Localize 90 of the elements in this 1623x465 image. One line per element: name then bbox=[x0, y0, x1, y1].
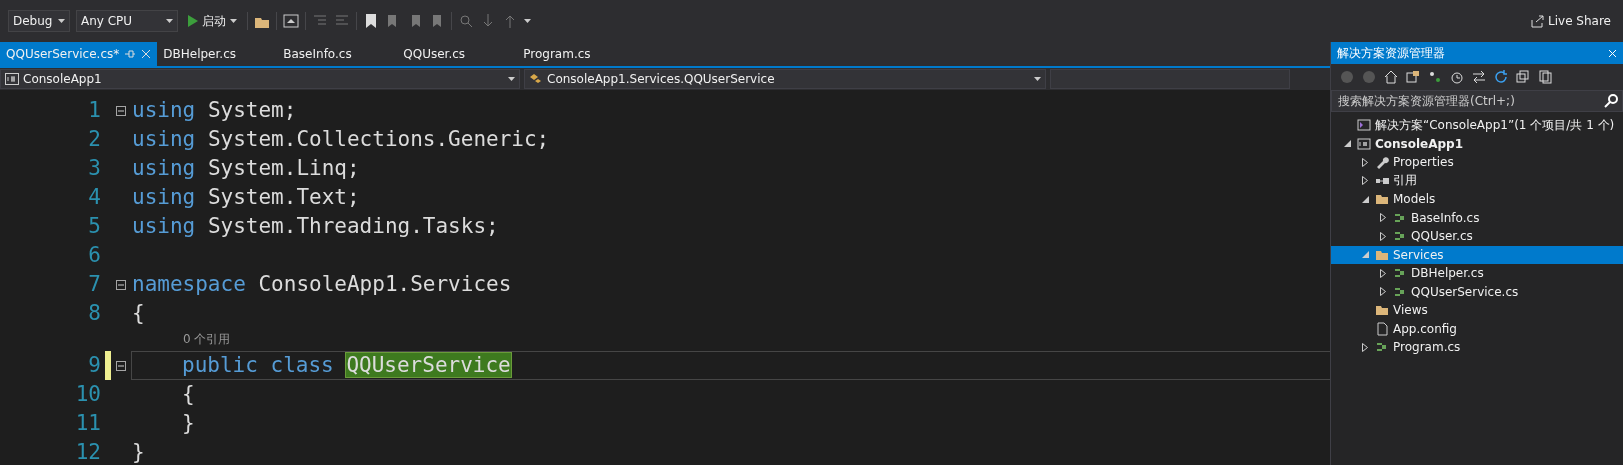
wrench-icon bbox=[1375, 155, 1389, 170]
tree-item[interactable]: Properties bbox=[1331, 153, 1623, 172]
search-icon bbox=[1604, 94, 1618, 108]
history-icon[interactable] bbox=[1449, 69, 1465, 85]
home-window-icon[interactable] bbox=[283, 13, 299, 29]
folder-icon bbox=[1375, 303, 1389, 318]
tree-item[interactable]: Models bbox=[1331, 190, 1623, 209]
collapse-icon[interactable] bbox=[116, 105, 126, 116]
line-number: 9 bbox=[87, 352, 102, 379]
home-icon[interactable] bbox=[1383, 69, 1399, 85]
tree-item[interactable]: QQUserService.cs bbox=[1331, 282, 1623, 301]
caret-icon bbox=[1034, 77, 1041, 81]
file-tab[interactable]: Program.cs bbox=[517, 42, 638, 66]
code-line: using System.Text; bbox=[131, 184, 361, 211]
collapsed-arrow-icon[interactable] bbox=[1380, 268, 1386, 278]
collapse-icon[interactable] bbox=[116, 360, 126, 371]
collapsed-arrow-icon[interactable] bbox=[1380, 213, 1386, 223]
file-tab[interactable]: DBHelper.cs bbox=[157, 42, 278, 66]
code-line: using System.Threading.Tasks; bbox=[131, 213, 500, 240]
csharp-project-icon bbox=[1357, 136, 1371, 151]
caret-icon bbox=[166, 19, 173, 23]
tree-item[interactable]: DBHelper.cs bbox=[1331, 264, 1623, 283]
tree-item[interactable]: App.config bbox=[1331, 319, 1623, 338]
code-line: } bbox=[131, 439, 146, 465]
code-line: public class QQUserService bbox=[131, 351, 1330, 380]
swap-icon[interactable] bbox=[1471, 69, 1487, 85]
tree-item[interactable]: ConsoleApp1 bbox=[1331, 134, 1623, 153]
caret-icon bbox=[508, 77, 515, 81]
line-number: 8 bbox=[87, 300, 102, 327]
tree-item[interactable]: BaseInfo.cs bbox=[1331, 208, 1623, 227]
live-share-button[interactable]: Live Share bbox=[1526, 10, 1615, 32]
tree-item[interactable]: 解决方案“ConsoleApp1”(1 个项目/共 1 个) bbox=[1331, 116, 1623, 135]
line-number: 2 bbox=[87, 126, 102, 153]
collapsed-arrow-icon[interactable] bbox=[1362, 342, 1368, 352]
line-number: 7 bbox=[87, 271, 102, 298]
expanded-arrow-icon[interactable] bbox=[1361, 195, 1369, 203]
code-line: namespace ConsoleApp1.Services bbox=[131, 271, 513, 298]
line-number: 12 bbox=[74, 439, 102, 465]
configuration-dropdown[interactable]: Debug bbox=[8, 10, 70, 32]
collapsed-arrow-icon[interactable] bbox=[1380, 231, 1386, 241]
expanded-arrow-icon[interactable] bbox=[1343, 140, 1351, 148]
tree-item[interactable]: QQUser.cs bbox=[1331, 227, 1623, 246]
folder-icon bbox=[1375, 192, 1389, 207]
caret-icon bbox=[230, 19, 237, 23]
csharp-project-icon bbox=[5, 73, 19, 85]
show-all-files-icon[interactable] bbox=[1537, 69, 1553, 85]
line-number: 1 bbox=[87, 97, 102, 124]
class-icon bbox=[529, 73, 543, 85]
start-button[interactable]: 启动 bbox=[184, 10, 241, 32]
line-number: 5 bbox=[87, 213, 102, 240]
line-number: 6 bbox=[87, 242, 102, 269]
close-icon[interactable] bbox=[141, 49, 152, 59]
code-line: { bbox=[131, 300, 146, 327]
panel-title: 解决方案资源管理器 bbox=[1337, 44, 1445, 62]
play-icon bbox=[188, 15, 198, 27]
reference-count[interactable]: 0 个引用 bbox=[131, 328, 1330, 351]
tree-item[interactable]: Views bbox=[1331, 301, 1623, 320]
type-dropdown[interactable]: ConsoleApp1.Services.QQUserService bbox=[524, 69, 1046, 89]
tree-item[interactable]: 引用 bbox=[1331, 171, 1623, 190]
solution-icon bbox=[1357, 118, 1371, 133]
file-tab[interactable]: QQUser.cs bbox=[397, 42, 518, 66]
line-number: 3 bbox=[87, 155, 102, 182]
code-line: using System; bbox=[131, 97, 298, 124]
refresh-icon[interactable] bbox=[1493, 69, 1509, 85]
code-line: using System.Linq; bbox=[131, 155, 361, 182]
tree-item[interactable]: Program.cs bbox=[1331, 338, 1623, 357]
search-field[interactable]: 搜索解决方案资源管理器(Ctrl+;) bbox=[1331, 90, 1623, 112]
config-file-icon bbox=[1375, 321, 1389, 336]
collapsed-arrow-icon[interactable] bbox=[1380, 287, 1386, 297]
project-dropdown[interactable]: ConsoleApp1 bbox=[0, 69, 520, 89]
collapsed-arrow-icon[interactable] bbox=[1362, 157, 1368, 167]
platform-dropdown[interactable]: Any CPU bbox=[76, 10, 178, 32]
find-icon[interactable] bbox=[458, 13, 474, 29]
switch-views-icon[interactable] bbox=[1405, 69, 1421, 85]
caret-icon bbox=[58, 19, 65, 23]
collapsed-arrow-icon[interactable] bbox=[1362, 176, 1368, 186]
code-line: { bbox=[181, 381, 196, 408]
collapse-icon[interactable] bbox=[116, 279, 126, 290]
bookmark-icon[interactable] bbox=[363, 13, 379, 29]
caret-icon bbox=[524, 19, 531, 23]
code-line: } bbox=[181, 410, 196, 437]
tree-item[interactable]: Services bbox=[1331, 245, 1623, 264]
collapse-all-icon[interactable] bbox=[1515, 69, 1531, 85]
line-number: 10 bbox=[74, 381, 102, 408]
file-tab[interactable]: QQUserService.cs* bbox=[0, 42, 158, 66]
file-tab[interactable]: BaseInfo.cs bbox=[277, 42, 398, 66]
line-number: 11 bbox=[74, 410, 102, 437]
line-number: 4 bbox=[87, 184, 102, 211]
code-line: using System.Collections.Generic; bbox=[131, 126, 551, 153]
share-icon bbox=[1530, 14, 1545, 28]
